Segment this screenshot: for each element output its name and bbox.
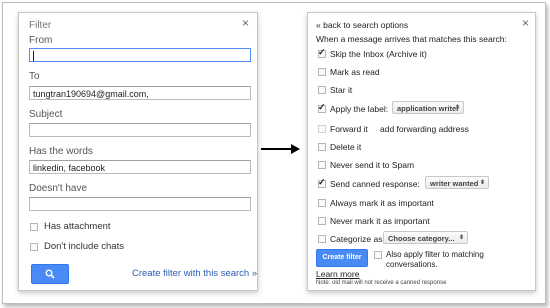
never-spam-label: Never send it to Spam [330, 160, 415, 170]
intro-text: When a message arrives that matches this… [316, 34, 507, 44]
also-apply-label-line2: conversations. [386, 260, 438, 269]
has-words-input[interactable]: linkedin, facebook [29, 160, 251, 174]
chevron-updown-icon: ⬍ [454, 105, 460, 111]
has-attachment-label: Has attachment [44, 221, 111, 232]
subject-label: Subject [29, 109, 63, 120]
search-button[interactable] [31, 264, 69, 284]
forward-checkbox[interactable] [318, 125, 326, 133]
search-icon [45, 269, 55, 279]
chevron-updown-icon: ⬍ [479, 180, 485, 186]
also-apply-checkbox[interactable] [374, 251, 382, 259]
forward-label: Forward it [330, 124, 368, 134]
from-label: From [29, 35, 53, 46]
mark-read-label: Mark as read [330, 67, 380, 77]
dont-include-chats-checkbox[interactable] [30, 243, 38, 251]
always-important-label: Always mark it as important [330, 198, 434, 208]
always-important-checkbox[interactable] [318, 199, 326, 207]
skip-inbox-label: Skip the Inbox (Archive it) [330, 49, 427, 59]
filter-actions-panel: « back to search options × When a messag… [307, 12, 536, 291]
text-cursor [33, 51, 34, 61]
filter-search-panel: × Filter From To tungtran190694@gmail.co… [18, 12, 258, 291]
star-checkbox[interactable] [318, 86, 326, 94]
learn-more-link[interactable]: Learn more [316, 269, 359, 279]
canned-response-note: Note: old mail will not receive a canned… [316, 280, 447, 286]
arrow-right-icon [261, 144, 300, 154]
canned-response-checkbox[interactable] [318, 177, 326, 188]
canned-response-label: Send canned response: [330, 179, 420, 189]
panel-title: Filter [29, 20, 52, 31]
categorize-checkbox[interactable] [318, 235, 326, 243]
skip-inbox-checkbox[interactable] [318, 47, 326, 58]
create-filter-button[interactable]: Create filter [316, 249, 368, 267]
never-important-label: Never mark it as important [330, 216, 430, 226]
add-forwarding-address-link[interactable]: add forwarding address [380, 124, 469, 134]
from-input[interactable] [29, 48, 251, 62]
apply-label-checkbox[interactable] [318, 102, 326, 113]
doesnt-have-input[interactable] [29, 197, 251, 211]
mark-read-checkbox[interactable] [318, 68, 326, 76]
doesnt-have-label: Doesn't have [29, 183, 88, 194]
create-filter-link[interactable]: Create filter with this search » [132, 268, 257, 279]
delete-checkbox[interactable] [318, 143, 326, 151]
to-label: To [29, 71, 40, 82]
close-icon[interactable]: × [522, 16, 529, 30]
has-attachment-checkbox[interactable] [30, 223, 38, 231]
chevron-updown-icon: ⬍ [458, 235, 464, 241]
never-important-checkbox[interactable] [318, 217, 326, 225]
delete-label: Delete it [330, 142, 362, 152]
star-label: Star it [330, 85, 353, 95]
apply-label-label: Apply the label: [330, 104, 389, 114]
category-dropdown[interactable]: Choose category... ⬍ [383, 231, 468, 244]
has-words-label: Has the words [29, 146, 93, 157]
back-to-search-link[interactable]: « back to search options [316, 20, 408, 30]
subject-input[interactable] [29, 123, 251, 137]
label-dropdown[interactable]: application writer ⬍ [392, 101, 464, 114]
also-apply-label: Also apply filter to matching [386, 250, 484, 259]
to-input[interactable]: tungtran190694@gmail.com, [29, 86, 251, 100]
never-spam-checkbox[interactable] [318, 161, 326, 169]
close-icon[interactable]: × [242, 16, 249, 30]
categorize-label: Categorize as: [330, 234, 385, 244]
screenshot-frame: × Filter From To tungtran190694@gmail.co… [2, 2, 546, 304]
dont-include-chats-label: Don't include chats [44, 241, 124, 252]
canned-response-dropdown[interactable]: writer wanted ⬍ [425, 176, 489, 189]
